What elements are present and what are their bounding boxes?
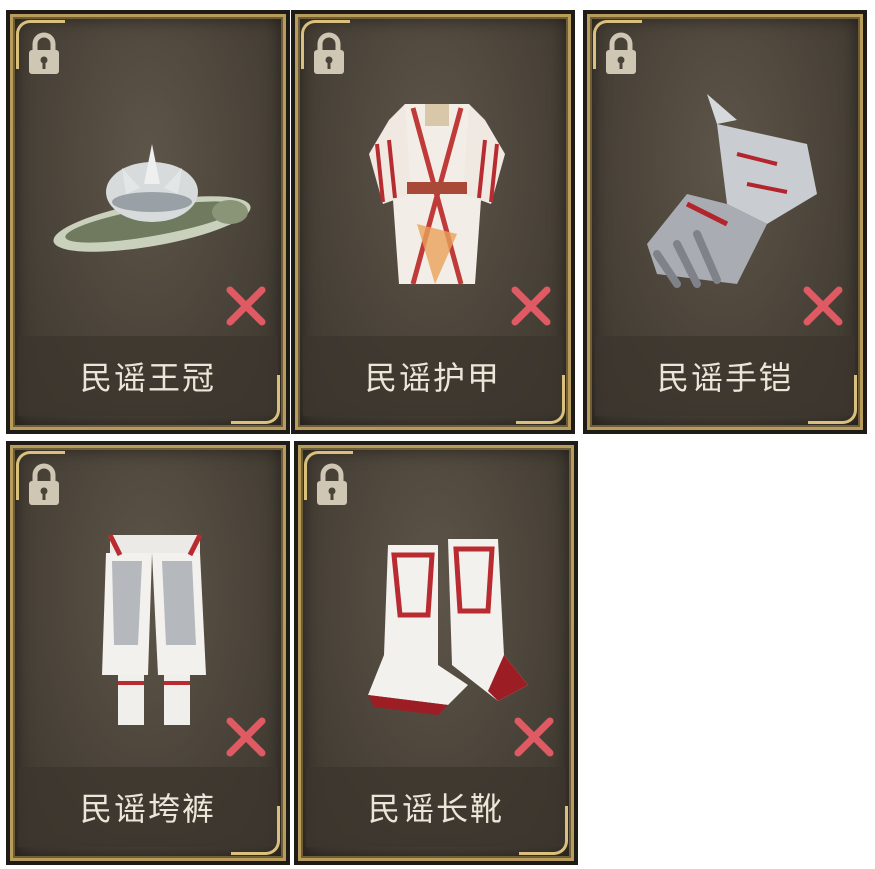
item-name-bar: 民谣垮裤: [18, 767, 278, 847]
item-name-bar: 民谣长靴: [306, 767, 566, 847]
armor-icon: [369, 104, 505, 285]
lock-icon: [314, 32, 344, 74]
remove-icon[interactable]: [512, 715, 556, 759]
item-name-bar: 民谣王冠: [18, 336, 278, 416]
boots-icon: [368, 539, 528, 715]
item-card[interactable]: 民谣护甲: [291, 10, 575, 434]
item-name-bar: 民谣护甲: [303, 336, 563, 416]
remove-icon[interactable]: [224, 715, 268, 759]
item-name: 民谣王冠: [79, 359, 216, 397]
item-name: 民谣长靴: [367, 790, 504, 828]
item-name: 民谣手铠: [656, 359, 793, 397]
gauntlet-icon: [647, 94, 817, 288]
item-name-bar: 民谣手铠: [595, 336, 855, 416]
lock-icon: [606, 32, 636, 74]
pants-icon: [102, 533, 206, 725]
lock-icon: [29, 32, 59, 74]
item-card[interactable]: 民谣长靴: [294, 441, 578, 865]
remove-icon[interactable]: [509, 284, 553, 328]
item-card[interactable]: 民谣手铠: [583, 10, 867, 434]
lock-icon: [317, 463, 347, 505]
remove-icon[interactable]: [224, 284, 268, 328]
lock-icon: [29, 463, 59, 505]
item-name: 民谣垮裤: [79, 790, 216, 828]
item-card[interactable]: 民谣垮裤: [6, 441, 290, 865]
item-card[interactable]: 民谣王冠: [6, 10, 290, 434]
hat-icon: [53, 144, 251, 252]
remove-icon[interactable]: [801, 284, 845, 328]
item-name: 民谣护甲: [364, 359, 501, 397]
